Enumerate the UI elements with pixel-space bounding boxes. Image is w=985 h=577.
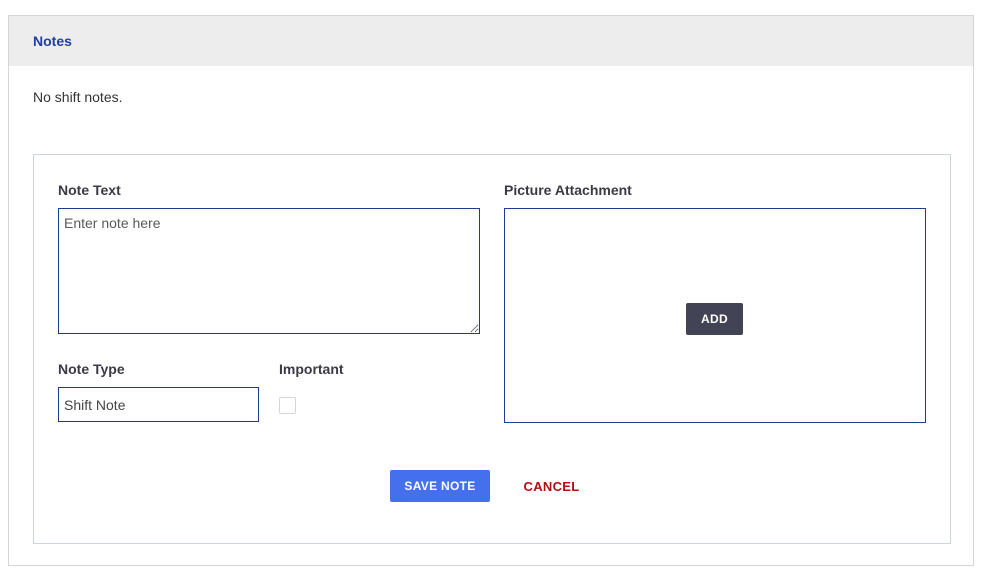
- panel-title: Notes: [33, 33, 72, 49]
- picture-attachment-label: Picture Attachment: [504, 182, 632, 198]
- note-text-label: Note Text: [58, 182, 121, 198]
- note-type-label: Note Type: [58, 361, 125, 377]
- important-checkbox[interactable]: [279, 397, 296, 414]
- picture-attachment-dropzone[interactable]: ADD: [504, 208, 926, 423]
- save-note-button[interactable]: SAVE NOTE: [390, 470, 490, 502]
- note-type-field[interactable]: [58, 387, 259, 422]
- empty-notes-message: No shift notes.: [33, 89, 123, 105]
- note-text-field[interactable]: [58, 208, 480, 334]
- add-note-form: Note Text Note Type Important Picture At…: [33, 154, 951, 544]
- important-label: Important: [279, 361, 344, 377]
- notes-panel: Notes No shift notes. Note Text Note Typ…: [8, 15, 974, 566]
- panel-header: Notes: [9, 16, 973, 66]
- add-picture-button[interactable]: ADD: [686, 303, 743, 335]
- cancel-button[interactable]: CANCEL: [514, 470, 589, 502]
